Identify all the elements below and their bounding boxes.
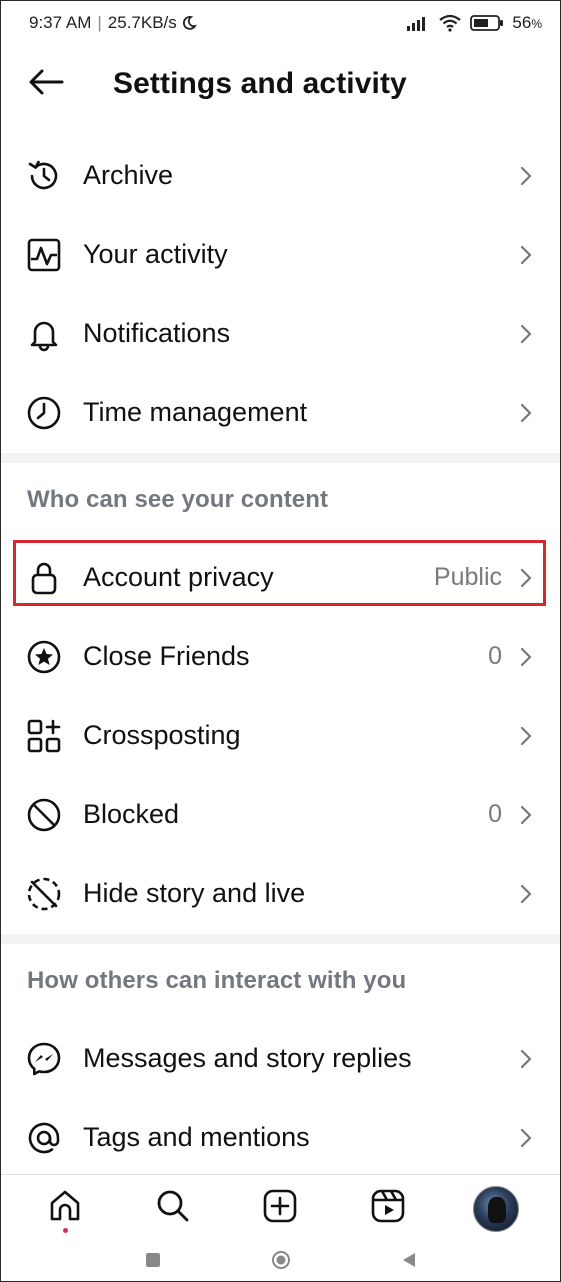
- menu-item-label: Your activity: [83, 239, 228, 269]
- nav-profile[interactable]: [466, 1179, 526, 1239]
- status-divider: |: [97, 13, 102, 32]
- chevron-right-icon: [518, 1127, 534, 1149]
- menu-item-label: Close Friends: [83, 641, 250, 671]
- status-left: 9:37 AM | 25.7KB/s: [29, 13, 197, 33]
- nav-home[interactable]: [35, 1179, 95, 1239]
- bottom-nav: [1, 1174, 560, 1242]
- nav-search[interactable]: [143, 1179, 203, 1239]
- battery-icon: [470, 14, 504, 32]
- menu-item-notifications[interactable]: Notifications: [1, 294, 560, 373]
- crosspost-grid-icon: [25, 717, 63, 755]
- status-network-speed: 25.7KB/s: [107, 13, 177, 32]
- chevron-right-icon: [518, 883, 534, 905]
- chevron-right-icon: [518, 725, 534, 747]
- menu-item-label: Hide story and live: [83, 878, 306, 908]
- chevron-right-icon: [518, 402, 534, 424]
- reels-icon: [370, 1188, 406, 1229]
- page-title: Settings and activity: [113, 67, 407, 100]
- moon-icon: [181, 15, 197, 31]
- chevron-right-icon: [518, 1048, 534, 1070]
- menu-item-hide-story[interactable]: Hide story and live: [1, 854, 560, 933]
- menu-item-label: Archive: [83, 160, 174, 190]
- notification-dot: [62, 1227, 68, 1233]
- search-icon: [155, 1188, 191, 1229]
- recent-apps-button[interactable]: [145, 1252, 161, 1273]
- star-circle-icon: [25, 638, 63, 676]
- nav-create[interactable]: [250, 1179, 310, 1239]
- menu-item-label: Crossposting: [83, 720, 241, 750]
- menu-item-label: Tags and mentions: [83, 1122, 310, 1152]
- menu-item-tags-mentions[interactable]: Tags and mentions: [1, 1098, 560, 1177]
- menu-item-archive[interactable]: Archive: [1, 136, 560, 215]
- bell-icon: [25, 315, 63, 353]
- battery-level: 56%: [512, 13, 542, 32]
- menu-item-crossposting[interactable]: Crossposting: [1, 696, 560, 775]
- section-divider: [1, 453, 560, 463]
- menu-item-blocked[interactable]: Blocked 0: [1, 775, 560, 854]
- status-right: 56%: [406, 13, 542, 33]
- battery-percent: 56: [512, 13, 532, 32]
- status-bar: 9:37 AM | 25.7KB/s 56%: [1, 1, 560, 45]
- menu-item-label: Account privacy: [83, 562, 274, 592]
- chevron-right-icon: [518, 804, 534, 826]
- archive-history-icon: [25, 157, 63, 195]
- menu-item-value: Public: [433, 563, 502, 591]
- activity-chart-icon: [25, 236, 63, 274]
- messenger-icon: [25, 1040, 63, 1078]
- status-time: 9:37 AM: [29, 13, 92, 32]
- blocked-icon: [25, 796, 63, 834]
- menu-item-label: Blocked: [83, 799, 180, 829]
- nav-reels[interactable]: [358, 1179, 418, 1239]
- menu-item-label: Notifications: [83, 318, 231, 348]
- menu-item-label: Time management: [83, 397, 308, 427]
- menu-item-value: 0: [488, 642, 502, 670]
- wifi-icon: [438, 14, 462, 32]
- clock-icon: [25, 394, 63, 432]
- chevron-right-icon: [518, 646, 534, 668]
- section-title: Who can see your content: [27, 486, 329, 513]
- system-nav-bar: [1, 1242, 560, 1281]
- chevron-right-icon: [518, 165, 534, 187]
- home-icon: [47, 1188, 83, 1229]
- lock-icon: [25, 559, 63, 597]
- chevron-right-icon: [518, 323, 534, 345]
- app-screen: 9:37 AM | 25.7KB/s 56% Settings and acti…: [0, 0, 561, 1282]
- hide-story-icon: [25, 875, 63, 913]
- section-title: How others can interact with you: [27, 967, 407, 994]
- chevron-right-icon: [518, 244, 534, 266]
- plus-square-icon: [262, 1188, 298, 1229]
- page-header: Settings and activity: [1, 51, 560, 117]
- menu-item-messages[interactable]: Messages and story replies: [1, 1019, 560, 1098]
- home-system-button[interactable]: [271, 1250, 291, 1275]
- menu-item-label: Messages and story replies: [83, 1043, 412, 1073]
- menu-item-account-privacy[interactable]: Account privacy Public: [1, 538, 560, 617]
- back-system-button[interactable]: [401, 1251, 417, 1274]
- menu-item-your-activity[interactable]: Your activity: [1, 215, 560, 294]
- menu-item-value: 0: [488, 800, 502, 828]
- chevron-right-icon: [518, 567, 534, 589]
- arrow-left-icon: [28, 68, 64, 101]
- avatar: [473, 1185, 520, 1232]
- menu-item-time-management[interactable]: Time management: [1, 373, 560, 452]
- signal-icon: [406, 15, 430, 31]
- back-button[interactable]: [1, 51, 91, 117]
- at-sign-icon: [25, 1119, 63, 1157]
- section-divider: [1, 934, 560, 944]
- menu-item-close-friends[interactable]: Close Friends 0: [1, 617, 560, 696]
